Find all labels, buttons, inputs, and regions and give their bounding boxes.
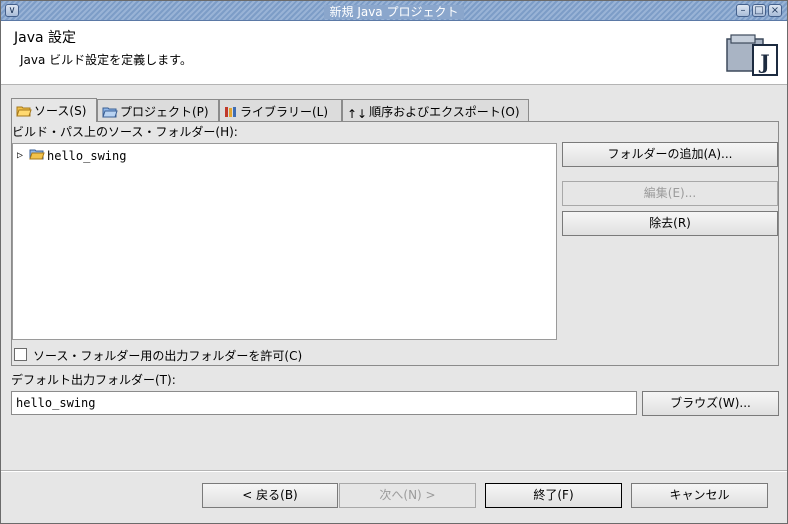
finish-button[interactable]: 終了(F) bbox=[485, 483, 622, 508]
library-icon bbox=[224, 106, 238, 121]
allow-output-folders-checkbox[interactable] bbox=[14, 348, 27, 361]
page-description: Java ビルド設定を定義します。 bbox=[20, 53, 192, 67]
expand-arrow-icon[interactable]: ▷ bbox=[17, 150, 27, 161]
new-java-project-dialog: ∨ 新規 Java プロジェクト – □ × Java 設定 Java ビルド設… bbox=[0, 0, 788, 524]
folder-icon bbox=[16, 105, 32, 120]
tab-source[interactable]: ソース(S) bbox=[11, 98, 97, 122]
edit-button[interactable]: 編集(E)... bbox=[562, 181, 778, 206]
window-title-area: 新規 Java プロジェクト bbox=[1, 3, 787, 20]
tab-libraries-label: ライブラリー(L) bbox=[240, 105, 329, 119]
browse-button[interactable]: ブラウズ(W)... bbox=[642, 391, 779, 416]
source-folder-tree[interactable]: ▷ hello_swing bbox=[12, 143, 557, 340]
wizard-header: Java 設定 Java ビルド設定を定義します。 J bbox=[1, 21, 787, 85]
tree-item-hello-swing[interactable]: ▷ hello_swing bbox=[17, 148, 126, 163]
order-icon: ↑↓ bbox=[347, 107, 368, 121]
source-folders-label: ビルド・パス上のソース・フォルダー(H): bbox=[12, 125, 238, 139]
cancel-button[interactable]: キャンセル bbox=[631, 483, 768, 508]
close-icon[interactable]: × bbox=[768, 4, 782, 17]
project-icon bbox=[102, 106, 118, 121]
window-title: 新規 Java プロジェクト bbox=[323, 5, 465, 19]
allow-output-folders-label: ソース・フォルダー用の出力フォルダーを許可(C) bbox=[33, 349, 303, 363]
tab-source-label: ソース(S) bbox=[34, 104, 87, 118]
tree-item-label: hello_swing bbox=[47, 148, 127, 163]
add-folder-button[interactable]: フォルダーの追加(A)... bbox=[562, 142, 778, 167]
page-title: Java 設定 bbox=[14, 30, 77, 46]
title-bar[interactable]: ∨ 新規 Java プロジェクト – □ × bbox=[1, 1, 787, 21]
tab-projects-label: プロジェクト(P) bbox=[120, 105, 209, 119]
default-output-folder-label: デフォルト出力フォルダー(T): bbox=[11, 373, 176, 387]
minimize-icon[interactable]: – bbox=[736, 4, 750, 17]
next-button[interactable]: 次へ(N) > bbox=[339, 483, 476, 508]
java-icon-letter: J bbox=[758, 50, 769, 74]
remove-button[interactable]: 除去(R) bbox=[562, 211, 778, 236]
footer-separator bbox=[1, 470, 787, 472]
tab-order-export[interactable]: ↑↓ 順序およびエクスポート(O) bbox=[342, 99, 529, 122]
tab-libraries[interactable]: ライブラリー(L) bbox=[219, 99, 342, 122]
default-output-folder-field[interactable]: hello_swing bbox=[11, 391, 637, 415]
tab-projects[interactable]: プロジェクト(P) bbox=[97, 99, 219, 122]
java-project-icon: J bbox=[726, 34, 778, 76]
back-button[interactable]: < 戻る(B) bbox=[202, 483, 338, 508]
tab-order-export-label: 順序およびエクスポート(O) bbox=[369, 105, 520, 119]
maximize-icon[interactable]: □ bbox=[752, 4, 766, 17]
source-folder-icon bbox=[29, 148, 45, 163]
